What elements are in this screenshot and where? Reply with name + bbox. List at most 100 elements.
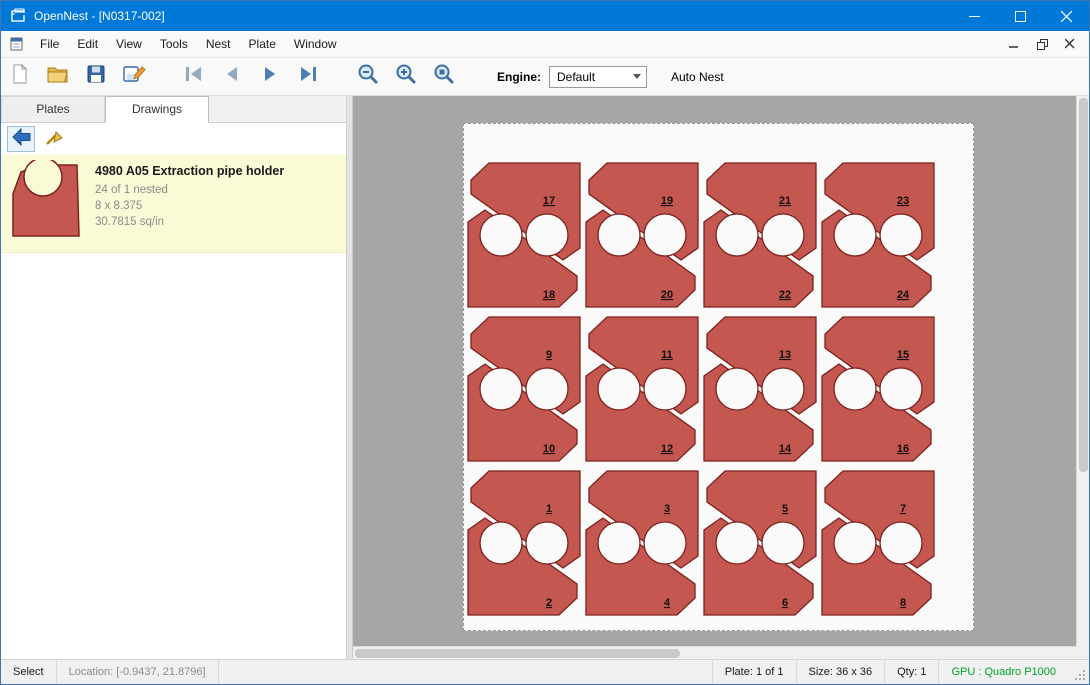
part-hole [526,214,568,256]
mdi-restore-button[interactable] [1029,33,1055,55]
part-number: 15 [897,349,909,361]
drawing-area: 30.7815 sq/in [95,214,284,230]
nav-next-icon [258,63,282,90]
part-hole [880,368,922,410]
menu-view[interactable]: View [107,31,151,57]
part-number: 7 [900,503,906,515]
part-hole [834,368,876,410]
open-folder-icon [46,63,70,90]
nest-pair: 78 [822,471,934,615]
horizontal-scrollbar-thumb[interactable] [355,649,680,658]
menu-plate[interactable]: Plate [240,31,285,57]
nest-canvas[interactable]: 171819202122232491011121314151612345678 [353,96,1089,659]
vertical-scrollbar[interactable] [1076,96,1089,646]
blue-arrow-icon [10,127,32,152]
part-hole [480,368,522,410]
menu-nest[interactable]: Nest [197,31,240,57]
open-button[interactable] [42,61,74,93]
clear-drawings-button[interactable] [41,126,69,152]
part-hole [834,522,876,564]
part-hole [716,522,758,564]
nest-pair: 56 [704,471,816,615]
nest-pair: 34 [586,471,698,615]
save-icon [85,63,107,90]
zoom-in-button[interactable] [390,61,422,93]
status-gpu: GPU : Quadro P1000 [939,666,1068,678]
nav-last-icon [296,63,320,90]
drawing-list-item[interactable]: 4980 A05 Extraction pipe holder 24 of 1 … [1,155,346,253]
status-plate: Plate: 1 of 1 [713,666,796,678]
part-number: 18 [543,289,555,301]
menu-window[interactable]: Window [285,31,346,57]
zoom-out-button[interactable] [352,61,384,93]
title-bar: OpenNest - [N0317-002] [1,1,1089,31]
part-number: 23 [897,195,909,207]
drawings-toolbar [1,123,346,155]
part-number: 2 [546,597,552,609]
mdi-minimize-button[interactable] [1001,33,1027,55]
close-button[interactable] [1043,1,1089,31]
engine-label: Engine: [497,70,541,84]
vertical-scrollbar-thumb[interactable] [1079,98,1088,472]
nest-pair: 1516 [822,317,934,461]
app-icon[interactable] [10,8,26,24]
document-icon[interactable] [9,36,25,52]
save-as-button[interactable] [118,61,150,93]
part-number: 22 [779,289,791,301]
zoom-fit-icon [432,62,456,91]
save-edit-icon [122,63,146,90]
sidebar: Plates Drawings [1,96,347,659]
menu-tools[interactable]: Tools [151,31,197,57]
nav-last-button[interactable] [292,61,324,93]
new-file-button[interactable] [4,61,36,93]
horizontal-scrollbar[interactable] [353,646,1076,659]
engine-value: Default [557,70,595,84]
status-location: Location: [-0.9437, 21.8796] [57,666,218,678]
part-number: 12 [661,443,673,455]
minimize-button[interactable] [951,1,997,31]
part-hole [716,214,758,256]
menu-edit[interactable]: Edit [68,31,107,57]
drawing-title: 4980 A05 Extraction pipe holder [95,164,284,178]
new-file-icon [9,63,31,90]
save-button[interactable] [80,61,112,93]
nav-next-button[interactable] [254,61,286,93]
resize-grip[interactable] [1074,669,1087,682]
part-hole [762,368,804,410]
nav-first-icon [182,63,206,90]
auto-nest-button[interactable]: Auto Nest [671,70,724,84]
tab-drawings[interactable]: Drawings [105,96,209,123]
reload-drawing-button[interactable] [7,126,35,152]
part-hole [598,368,640,410]
part-hole [880,522,922,564]
engine-select[interactable]: Default [549,66,647,88]
part-number: 4 [664,597,671,609]
maximize-button[interactable] [997,1,1043,31]
part-number: 10 [543,443,555,455]
menu-file[interactable]: File [31,31,68,57]
mdi-close-button[interactable] [1057,33,1083,55]
part-thumbnail-icon [9,160,83,245]
part-number: 17 [543,195,555,207]
zoom-fit-button[interactable] [428,61,460,93]
chevron-down-icon [633,74,641,79]
tab-plates[interactable]: Plates [1,96,105,122]
part-number: 21 [779,195,791,207]
nest-pair: 1112 [586,317,698,461]
nav-first-button[interactable] [178,61,210,93]
nav-prev-button[interactable] [216,61,248,93]
nest-pair: 21 22 [704,163,816,307]
plate[interactable]: 171819202122232491011121314151612345678 [463,123,974,631]
part-number: 9 [546,349,552,361]
part-hole [598,214,640,256]
part-hole [716,368,758,410]
part-hole [598,522,640,564]
part-number: 14 [779,443,792,455]
part-number: 1 [546,503,552,515]
part-number: 5 [782,503,788,515]
status-mode: Select [1,666,56,678]
part-hole [644,214,686,256]
zoom-in-icon [394,62,418,91]
part-number: 20 [661,289,673,301]
part-number: 3 [664,503,670,515]
